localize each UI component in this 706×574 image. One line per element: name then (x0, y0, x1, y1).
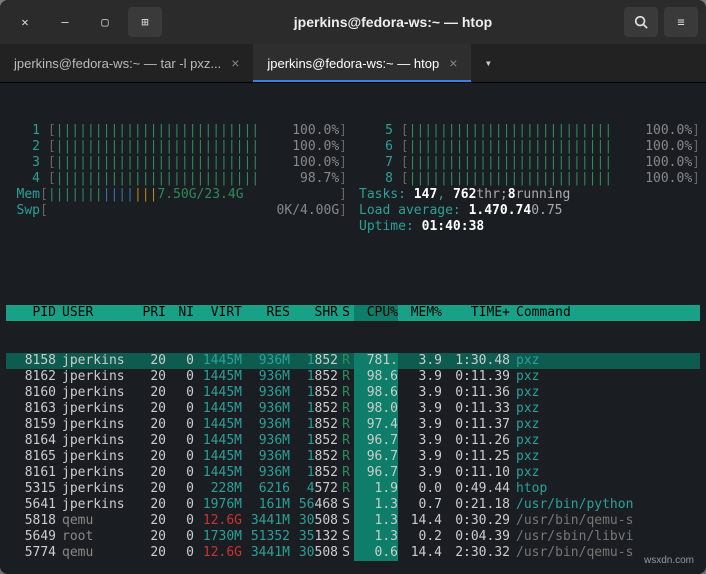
process-row[interactable]: 5818 qemu 20 0 12.6G 3441M 30508 S 1.3 1… (6, 513, 700, 529)
col-command[interactable]: Command (510, 305, 698, 321)
minimize-button[interactable]: – (48, 7, 82, 37)
new-tab-button[interactable]: ⊞ (128, 7, 162, 37)
window-title: jperkins@fedora-ws:~ — htop (168, 14, 618, 30)
tabs-overflow-button[interactable]: ▾ (471, 44, 505, 82)
col-mem[interactable]: MEM% (398, 305, 442, 321)
process-row[interactable]: 8158 jperkins 20 0 1445M 936M 1852 R 781… (6, 353, 700, 369)
maximize-button[interactable]: ▢ (88, 7, 122, 37)
terminal-window: ✕ – ▢ ⊞ jperkins@fedora-ws:~ — htop ≡ jp… (0, 0, 706, 574)
terminal-content[interactable]: 1 [||||||||||||||||||||||||||100.0%]2 [|… (0, 83, 706, 574)
swap-meter: Swp[0K/4.00G] (6, 203, 347, 219)
process-row[interactable]: 8164 jperkins 20 0 1445M 936M 1852 R 96.… (6, 433, 700, 449)
tab-bar: jperkins@fedora-ws:~ — tar -l pxz... × j… (0, 44, 706, 83)
col-ni[interactable]: NI (166, 305, 194, 321)
close-tab-icon[interactable]: × (449, 55, 457, 71)
col-s[interactable]: S (338, 305, 354, 321)
memory-meter: Mem[||||||||||||||7.50G/23.4G] (6, 187, 347, 203)
process-row[interactable]: 5641 jperkins 20 0 1976M 161M 56468 S 1.… (6, 497, 700, 513)
tab-tar[interactable]: jperkins@fedora-ws:~ — tar -l pxz... × (0, 44, 253, 82)
col-shr[interactable]: SHR (290, 305, 338, 321)
cpu-meter-7: 7 [||||||||||||||||||||||||||100.0%] (359, 155, 700, 171)
process-row[interactable]: 8163 jperkins 20 0 1445M 936M 1852 R 98.… (6, 401, 700, 417)
process-table-header[interactable]: PID USER PRI NI VIRT RES SHR S CPU% MEM%… (6, 305, 700, 321)
meters-panel: 1 [||||||||||||||||||||||||||100.0%]2 [|… (6, 123, 700, 235)
process-row[interactable]: 5649 root 20 0 1730M 51352 35132 S 1.3 0… (6, 529, 700, 545)
process-row[interactable]: 8162 jperkins 20 0 1445M 936M 1852 R 98.… (6, 369, 700, 385)
cpu-meter-4: 4 [||||||||||||||||||||||||||98.7%] (6, 171, 347, 187)
tab-label: jperkins@fedora-ws:~ — htop (267, 56, 439, 71)
cpu-meter-3: 3 [||||||||||||||||||||||||||100.0%] (6, 155, 347, 171)
col-res[interactable]: RES (242, 305, 290, 321)
tab-htop[interactable]: jperkins@fedora-ws:~ — htop × (253, 44, 471, 82)
process-row[interactable]: 8160 jperkins 20 0 1445M 936M 1852 R 98.… (6, 385, 700, 401)
process-row[interactable]: 8165 jperkins 20 0 1445M 936M 1852 R 96.… (6, 449, 700, 465)
hamburger-menu-button[interactable]: ≡ (664, 7, 698, 37)
uptime-info: Uptime: 01:40:38 (359, 219, 700, 235)
cpu-meter-2: 2 [||||||||||||||||||||||||||100.0%] (6, 139, 347, 155)
cpu-meter-5: 5 [||||||||||||||||||||||||||100.0%] (359, 123, 700, 139)
titlebar: ✕ – ▢ ⊞ jperkins@fedora-ws:~ — htop ≡ (0, 0, 706, 44)
loadavg-info: Load average: 1.47 0.74 0.75 (359, 203, 700, 219)
process-row[interactable]: 8161 jperkins 20 0 1445M 936M 1852 R 96.… (6, 465, 700, 481)
close-button[interactable]: ✕ (8, 7, 42, 37)
close-tab-icon[interactable]: × (231, 55, 239, 71)
cpu-meter-1: 1 [||||||||||||||||||||||||||100.0%] (6, 123, 347, 139)
cpu-meter-6: 6 [||||||||||||||||||||||||||100.0%] (359, 139, 700, 155)
process-row[interactable]: 5774 qemu 20 0 12.6G 3441M 30508 S 0.6 1… (6, 545, 700, 561)
watermark: wsxdn.com (644, 555, 694, 566)
col-pri[interactable]: PRI (134, 305, 166, 321)
col-time[interactable]: TIME+ (442, 305, 510, 321)
cpu-meter-8: 8 [||||||||||||||||||||||||||100.0%] (359, 171, 700, 187)
search-button[interactable] (624, 7, 658, 37)
tab-label: jperkins@fedora-ws:~ — tar -l pxz... (14, 56, 221, 71)
tasks-info: Tasks: 147, 762 thr; 8 running (359, 187, 700, 203)
process-list: 8158 jperkins 20 0 1445M 936M 1852 R 781… (6, 353, 700, 561)
col-virt[interactable]: VIRT (194, 305, 242, 321)
col-cpu[interactable]: CPU% (354, 305, 398, 321)
col-user[interactable]: USER (56, 305, 134, 321)
process-row[interactable]: 5315 jperkins 20 0 228M 6216 4572 R 1.9 … (6, 481, 700, 497)
process-row[interactable]: 8159 jperkins 20 0 1445M 936M 1852 R 97.… (6, 417, 700, 433)
col-pid[interactable]: PID (8, 305, 56, 321)
